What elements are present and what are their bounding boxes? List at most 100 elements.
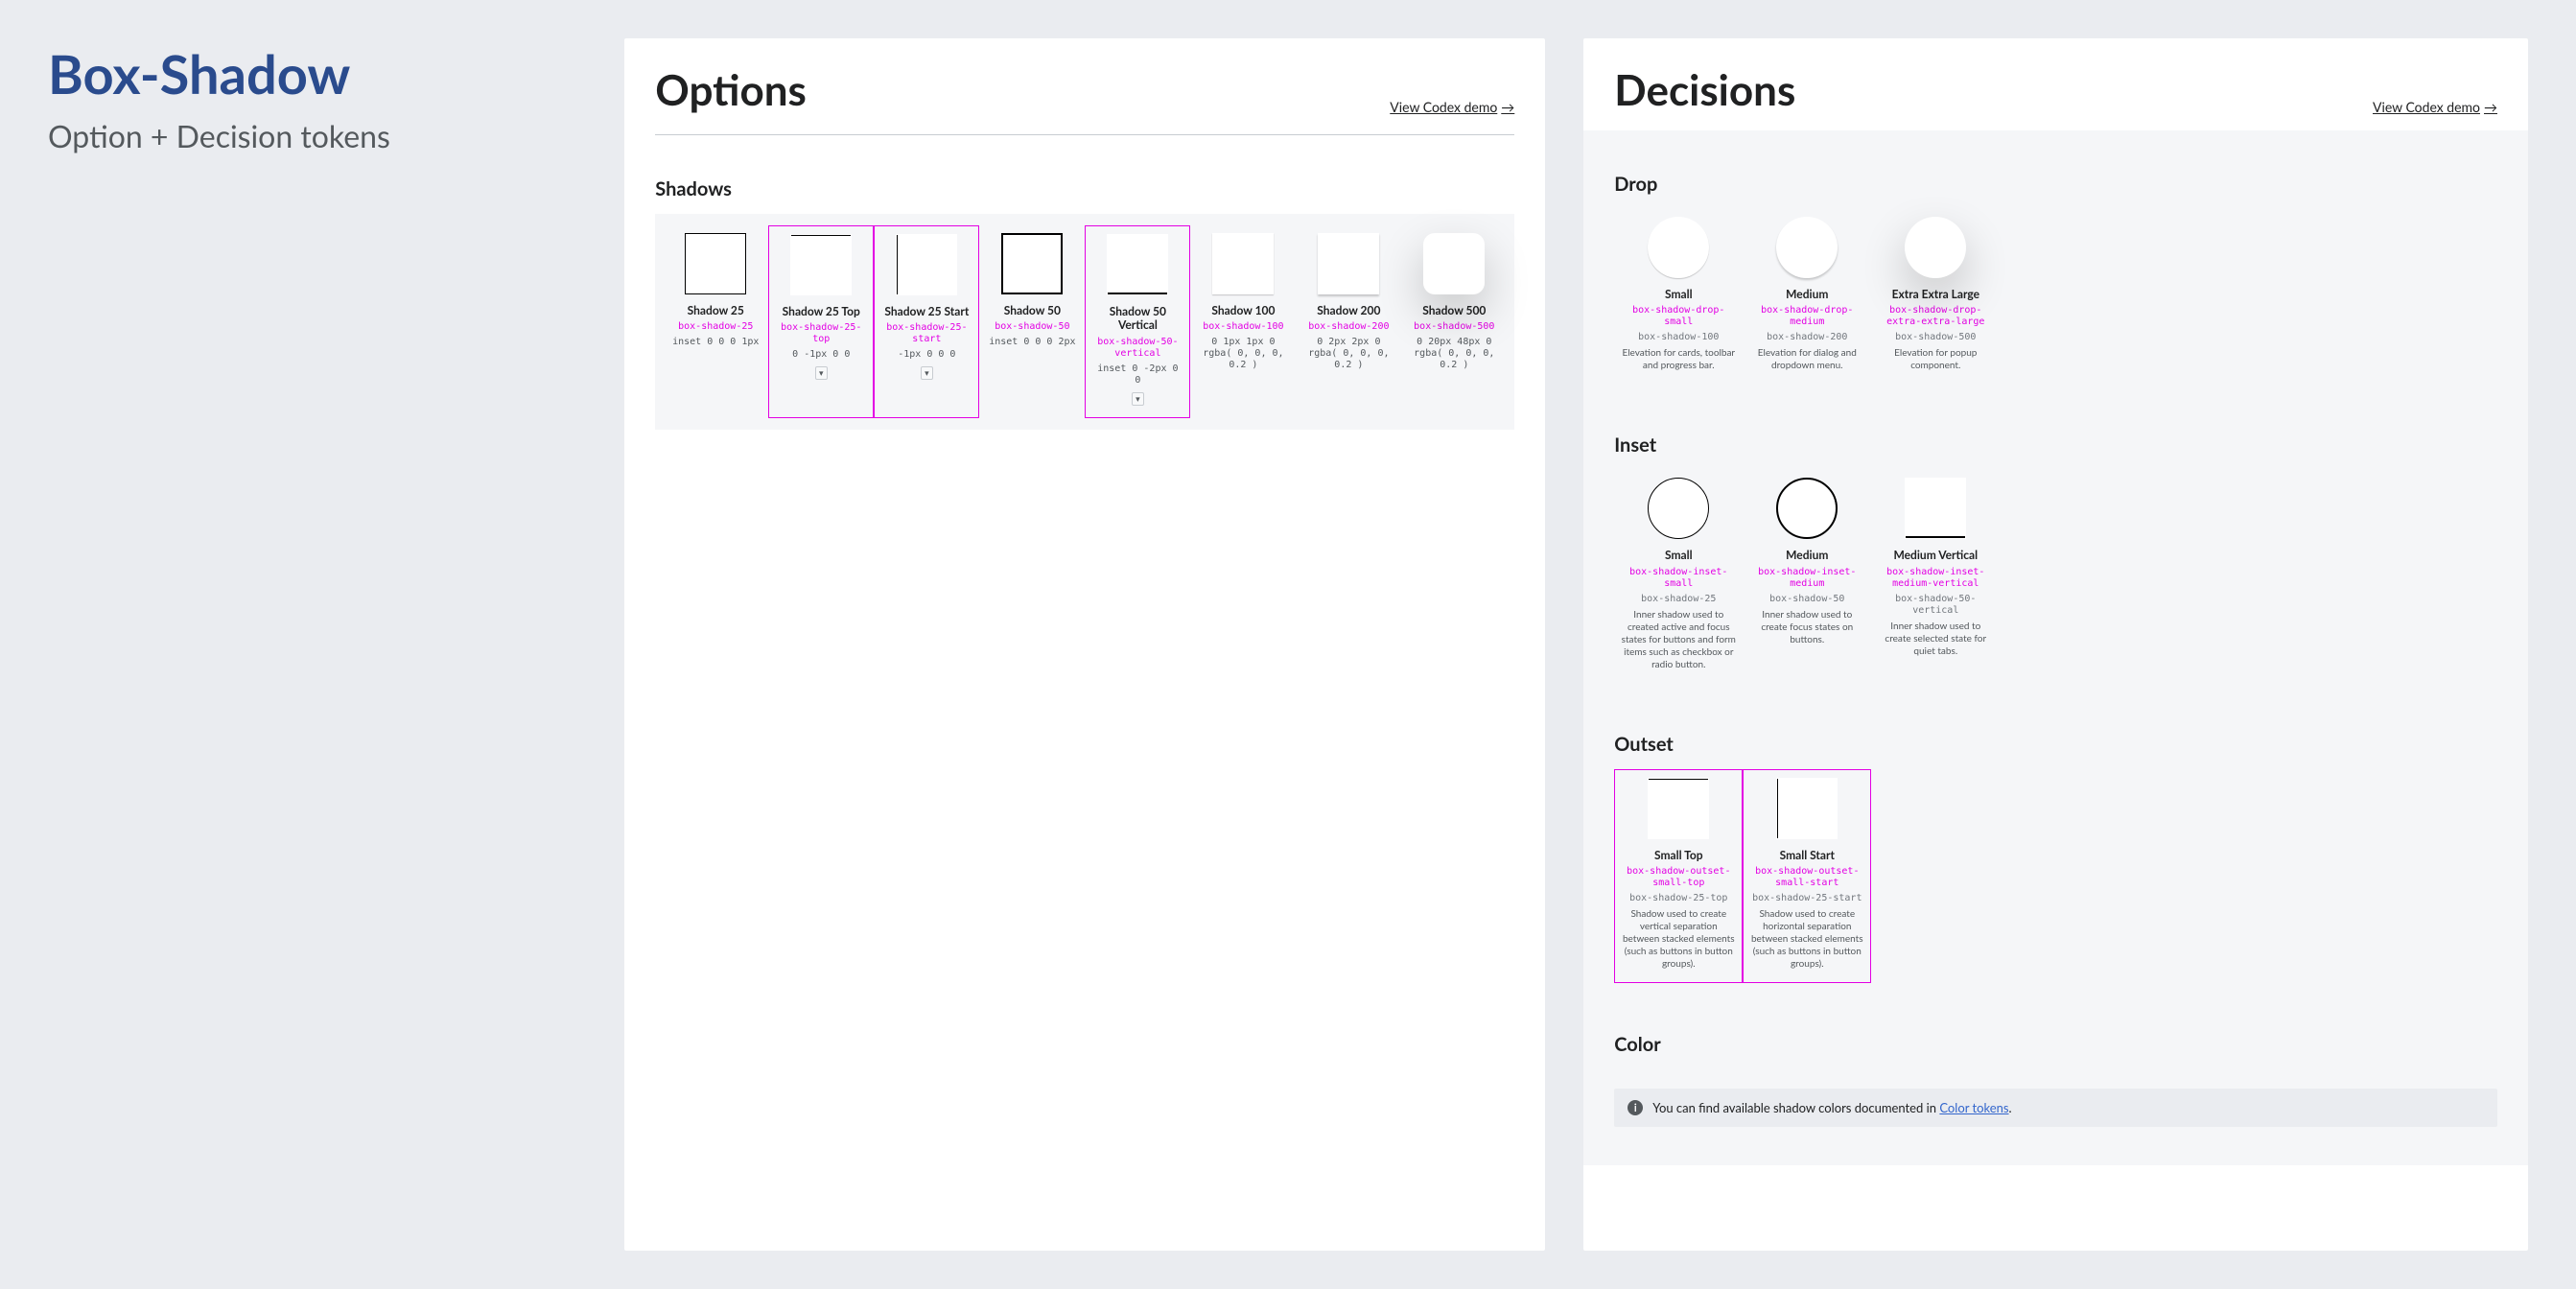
page-subtitle: Option + Decision tokens bbox=[48, 117, 586, 154]
swatch-name: Medium bbox=[1786, 549, 1828, 562]
drop-section-label: Drop bbox=[1583, 130, 2528, 209]
swatch-name: Shadow 50 bbox=[1004, 304, 1061, 317]
swatch-preview bbox=[1776, 478, 1838, 539]
swatch-name: Medium Vertical bbox=[1894, 549, 1979, 562]
codex-link-label: View Codex demo bbox=[2373, 99, 2480, 115]
outset-section-label: Outset bbox=[1583, 691, 2528, 769]
swatch-preview bbox=[1318, 233, 1379, 294]
swatch-preview bbox=[1212, 233, 1274, 294]
swatch-alias: box-shadow-25-top bbox=[1629, 893, 1727, 904]
swatch-description: Inner shadow used to created active and … bbox=[1620, 609, 1737, 671]
view-codex-demo-link[interactable]: View Codex demo → bbox=[1390, 99, 1514, 115]
swatch-alias: box-shadow-100 bbox=[1638, 332, 1719, 343]
swatch-token: box-shadow-50-vertical bbox=[1091, 337, 1183, 360]
title-block: Box-Shadow Option + Decision tokens bbox=[48, 38, 586, 1251]
swatch-value: -1px 0 0 0 bbox=[898, 349, 955, 361]
swatch-name: Extra Extra Large bbox=[1892, 288, 1979, 301]
swatch-token: box-shadow-inset-medium-vertical bbox=[1877, 567, 1994, 590]
swatch-value: 0 1px 1px 0 rgba( 0, 0, 0, 0.2 ) bbox=[1196, 337, 1290, 371]
swatch-token: box-shadow-drop-medium bbox=[1748, 305, 1865, 328]
swatch-value: 0 -1px 0 0 bbox=[792, 349, 850, 361]
swatch-alias: box-shadow-50-vertical bbox=[1877, 594, 1994, 617]
swatch-token: box-shadow-200 bbox=[1308, 321, 1389, 333]
drop-swatch-row: Small box-shadow-drop-small box-shadow-1… bbox=[1614, 209, 2497, 391]
page-title: Box-Shadow bbox=[48, 44, 586, 104]
swatch-value: 0 2px 2px 0 rgba( 0, 0, 0, 0.2 ) bbox=[1301, 337, 1395, 371]
swatch-token: box-shadow-outset-small-start bbox=[1749, 866, 1864, 889]
swatch-preview bbox=[685, 233, 746, 294]
swatch-description: Shadow used to create vertical separatio… bbox=[1621, 908, 1736, 971]
swatch-token: box-shadow-outset-small-top bbox=[1621, 866, 1736, 889]
swatch-name: Shadow 500 bbox=[1422, 304, 1486, 317]
swatch-value: 0 20px 48px 0 rgba( 0, 0, 0, 0.2 ) bbox=[1407, 337, 1501, 371]
swatch-description: Elevation for dialog and dropdown menu. bbox=[1748, 347, 1865, 372]
swatch-name: Shadow 25 Top bbox=[783, 305, 860, 318]
swatch-preview bbox=[1776, 217, 1838, 278]
swatch-name: Shadow 50 Vertical bbox=[1091, 305, 1183, 333]
inset-section-label: Inset bbox=[1583, 391, 2528, 470]
swatch-token: box-shadow-50 bbox=[995, 321, 1069, 333]
swatch-alias: box-shadow-25 bbox=[1641, 594, 1716, 605]
swatch-outset-small-start: Small Start box-shadow-outset-small-star… bbox=[1743, 769, 1871, 983]
swatch-preview bbox=[1648, 217, 1709, 278]
swatch-shadow-500: Shadow 500 box-shadow-500 0 20px 48px 0 … bbox=[1401, 225, 1507, 418]
info-icon: i bbox=[1628, 1100, 1643, 1115]
swatch-preview bbox=[1905, 478, 1966, 539]
swatch-preview bbox=[1107, 234, 1168, 295]
swatch-name: Small Start bbox=[1780, 849, 1835, 862]
swatch-shadow-25-start: Shadow 25 Start box-shadow-25-start -1px… bbox=[874, 225, 979, 418]
swatch-name: Shadow 25 Start bbox=[884, 305, 969, 318]
swatch-drop-xxl: Extra Extra Large box-shadow-drop-extra-… bbox=[1871, 209, 2000, 384]
swatch-alias: box-shadow-500 bbox=[1895, 332, 1976, 343]
shadows-section-label: Shadows bbox=[624, 135, 1545, 214]
swatch-token: box-shadow-100 bbox=[1203, 321, 1283, 333]
swatch-shadow-50-vertical: Shadow 50 Vertical box-shadow-50-vertica… bbox=[1085, 225, 1190, 418]
swatch-preview bbox=[1423, 233, 1485, 294]
swatch-inset-small: Small box-shadow-inset-small box-shadow-… bbox=[1614, 470, 1743, 682]
decisions-heading: Decisions bbox=[1614, 65, 1795, 115]
swatch-preview bbox=[896, 234, 957, 295]
swatch-value: inset 0 0 0 2px bbox=[989, 337, 1075, 348]
swatch-shadow-50: Shadow 50 box-shadow-50 inset 0 0 0 2px bbox=[979, 225, 1085, 418]
swatch-token: box-shadow-inset-small bbox=[1620, 567, 1737, 590]
swatch-drop-medium: Medium box-shadow-drop-medium box-shadow… bbox=[1743, 209, 1871, 384]
shadows-swatch-row: Shadow 25 box-shadow-25 inset 0 0 0 1px … bbox=[655, 214, 1514, 430]
swatch-shadow-200: Shadow 200 box-shadow-200 0 2px 2px 0 rg… bbox=[1296, 225, 1401, 418]
swatch-name: Shadow 100 bbox=[1211, 304, 1275, 317]
swatch-description: Elevation for popup component. bbox=[1877, 347, 1994, 372]
swatch-token: box-shadow-500 bbox=[1414, 321, 1494, 333]
swatch-preview bbox=[1648, 478, 1709, 539]
codex-link-label: View Codex demo bbox=[1390, 99, 1497, 115]
swatch-preview bbox=[1776, 778, 1838, 839]
swatch-shadow-25: Shadow 25 box-shadow-25 inset 0 0 0 1px bbox=[663, 225, 768, 418]
swatch-description: Inner shadow used to create focus states… bbox=[1748, 609, 1865, 646]
swatch-preview bbox=[1001, 233, 1063, 294]
info-text: You can find available shadow colors doc… bbox=[1652, 1100, 2011, 1115]
swatch-description: Inner shadow used to create selected sta… bbox=[1877, 621, 1994, 658]
inset-swatch-row: Small box-shadow-inset-small box-shadow-… bbox=[1614, 470, 2497, 690]
swatch-token: box-shadow-25 bbox=[678, 321, 753, 333]
swatch-inset-medium: Medium box-shadow-inset-medium box-shado… bbox=[1743, 470, 1871, 682]
swatch-name: Shadow 25 bbox=[688, 304, 744, 317]
swatch-name: Small bbox=[1665, 288, 1693, 301]
swatch-description: Elevation for cards, toolbar and progres… bbox=[1620, 347, 1737, 372]
info-text-prefix: You can find available shadow colors doc… bbox=[1652, 1100, 1939, 1115]
swatch-alias: box-shadow-25-start bbox=[1752, 893, 1862, 904]
chip-icon: ▾ bbox=[815, 366, 828, 380]
options-heading: Options bbox=[655, 65, 807, 115]
swatch-shadow-25-top: Shadow 25 Top box-shadow-25-top 0 -1px 0… bbox=[768, 225, 874, 418]
swatch-name: Shadow 200 bbox=[1317, 304, 1380, 317]
swatch-token: box-shadow-drop-small bbox=[1620, 305, 1737, 328]
swatch-token: box-shadow-drop-extra-extra-large bbox=[1877, 305, 1994, 328]
view-codex-demo-link[interactable]: View Codex demo → bbox=[2373, 99, 2497, 115]
swatch-preview bbox=[1905, 217, 1966, 278]
swatch-inset-medium-vertical: Medium Vertical box-shadow-inset-medium-… bbox=[1871, 470, 2000, 682]
color-section-label: Color bbox=[1583, 991, 2528, 1069]
swatch-value: inset 0 -2px 0 0 bbox=[1091, 363, 1183, 387]
color-info-banner: i You can find available shadow colors d… bbox=[1614, 1089, 2497, 1127]
swatch-drop-small: Small box-shadow-drop-small box-shadow-1… bbox=[1614, 209, 1743, 384]
swatch-token: box-shadow-25-start bbox=[880, 322, 972, 345]
decisions-panel: Decisions View Codex demo → Drop Small b… bbox=[1583, 38, 2528, 1251]
swatch-outset-small-top: Small Top box-shadow-outset-small-top bo… bbox=[1614, 769, 1743, 983]
color-tokens-link[interactable]: Color tokens bbox=[1939, 1100, 2008, 1115]
